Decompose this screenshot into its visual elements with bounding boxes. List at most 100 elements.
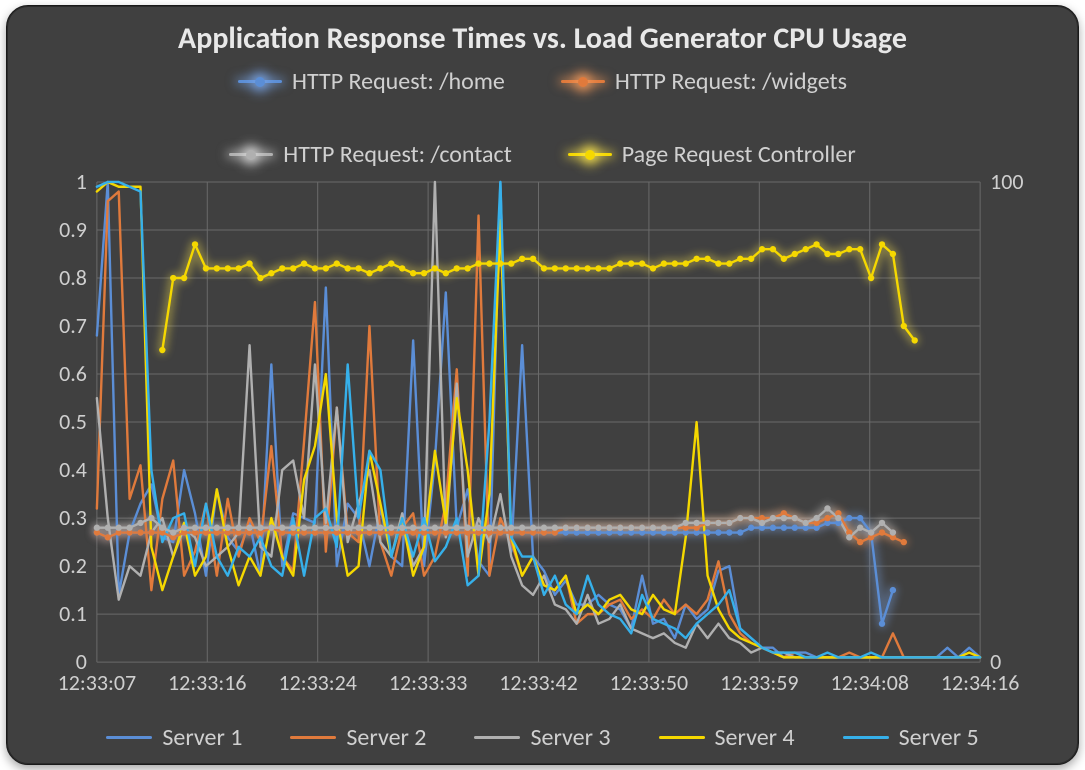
series-marker bbox=[639, 525, 645, 531]
legend-swatch bbox=[290, 728, 336, 748]
legend-item: Server 5 bbox=[843, 723, 979, 752]
series-marker bbox=[770, 525, 776, 531]
series-marker bbox=[421, 525, 427, 531]
series-marker bbox=[170, 529, 176, 535]
series-marker bbox=[890, 251, 896, 257]
series-marker bbox=[617, 525, 623, 531]
series-marker bbox=[890, 587, 896, 593]
series-marker bbox=[704, 256, 710, 262]
series-marker bbox=[737, 256, 743, 262]
series-marker bbox=[519, 256, 525, 262]
series-marker bbox=[879, 621, 885, 627]
series-marker bbox=[432, 525, 438, 531]
series-marker bbox=[257, 275, 263, 281]
chart-card: Application Response Times vs. Load Gene… bbox=[6, 5, 1079, 765]
legend-item: Server 2 bbox=[290, 723, 426, 752]
legend-item: Server 3 bbox=[474, 723, 610, 752]
legend-item: Page Request Controller bbox=[568, 140, 856, 169]
series-marker bbox=[781, 515, 787, 521]
series-marker bbox=[846, 534, 852, 540]
legend-label: HTTP Request: /home bbox=[292, 67, 505, 96]
series-marker bbox=[137, 529, 143, 535]
series-marker bbox=[781, 256, 787, 262]
series-marker bbox=[683, 260, 689, 266]
series-marker bbox=[443, 270, 449, 276]
legend-swatch bbox=[561, 70, 605, 94]
series-marker bbox=[377, 525, 383, 531]
series-marker bbox=[454, 265, 460, 271]
series-marker bbox=[901, 323, 907, 329]
series-marker bbox=[563, 525, 569, 531]
legend-item: HTTP Request: /contact bbox=[229, 140, 511, 169]
series-marker bbox=[126, 525, 132, 531]
series-marker bbox=[225, 525, 231, 531]
series-marker bbox=[857, 515, 863, 521]
series-marker bbox=[159, 347, 165, 353]
series-marker bbox=[573, 265, 579, 271]
y-tick-label: 1 bbox=[76, 174, 87, 195]
y-tick-label: 0.9 bbox=[59, 216, 87, 243]
series-marker bbox=[312, 525, 318, 531]
series-marker bbox=[650, 265, 656, 271]
series-marker bbox=[802, 246, 808, 252]
series-marker bbox=[781, 525, 787, 531]
series-marker bbox=[824, 505, 830, 511]
series-marker bbox=[868, 275, 874, 281]
y-tick-label: 0.1 bbox=[59, 600, 87, 627]
series-marker bbox=[301, 525, 307, 531]
series-marker bbox=[508, 260, 514, 266]
series-marker bbox=[334, 260, 340, 266]
series-marker bbox=[792, 525, 798, 531]
series-marker bbox=[530, 256, 536, 262]
series-marker bbox=[148, 529, 154, 535]
series-marker bbox=[584, 265, 590, 271]
series-marker bbox=[792, 251, 798, 257]
legend-label: Server 3 bbox=[530, 723, 610, 752]
series-marker bbox=[813, 241, 819, 247]
series-marker bbox=[901, 539, 907, 545]
series-marker bbox=[497, 260, 503, 266]
series-marker bbox=[475, 525, 481, 531]
series-marker bbox=[595, 525, 601, 531]
series-marker bbox=[388, 260, 394, 266]
series-marker bbox=[137, 520, 143, 526]
series-marker bbox=[279, 265, 285, 271]
y2-tick-label: 100 bbox=[990, 174, 1023, 195]
series-marker bbox=[225, 265, 231, 271]
series-marker bbox=[835, 515, 841, 521]
x-tick-label: 12:34:08 bbox=[830, 669, 908, 696]
series-marker bbox=[541, 525, 547, 531]
x-tick-label: 12:33:42 bbox=[499, 669, 577, 696]
series-marker bbox=[759, 246, 765, 252]
series-marker bbox=[290, 265, 296, 271]
series-marker bbox=[584, 525, 590, 531]
series-marker bbox=[748, 525, 754, 531]
series-marker bbox=[181, 275, 187, 281]
series-marker bbox=[672, 525, 678, 531]
series-marker bbox=[650, 525, 656, 531]
series-marker bbox=[661, 525, 667, 531]
series-marker bbox=[432, 265, 438, 271]
series-marker bbox=[606, 525, 612, 531]
legend-swatch bbox=[659, 728, 705, 748]
legend-swatch bbox=[843, 728, 889, 748]
series-marker bbox=[541, 265, 547, 271]
series-marker bbox=[421, 270, 427, 276]
series-marker bbox=[715, 260, 721, 266]
legend-label: Server 4 bbox=[715, 723, 795, 752]
legend-swatch bbox=[474, 728, 520, 748]
series-marker bbox=[388, 525, 394, 531]
series-marker bbox=[159, 525, 165, 531]
series-marker bbox=[464, 525, 470, 531]
series-marker bbox=[355, 265, 361, 271]
series-marker bbox=[846, 246, 852, 252]
series-marker bbox=[486, 525, 492, 531]
series-marker bbox=[530, 525, 536, 531]
series-marker bbox=[235, 525, 241, 531]
x-tick-label: 12:34:16 bbox=[941, 669, 1019, 696]
legend-label: Server 5 bbox=[899, 723, 979, 752]
series-marker bbox=[846, 515, 852, 521]
series-marker bbox=[410, 270, 416, 276]
series-marker bbox=[399, 265, 405, 271]
series-marker bbox=[268, 525, 274, 531]
